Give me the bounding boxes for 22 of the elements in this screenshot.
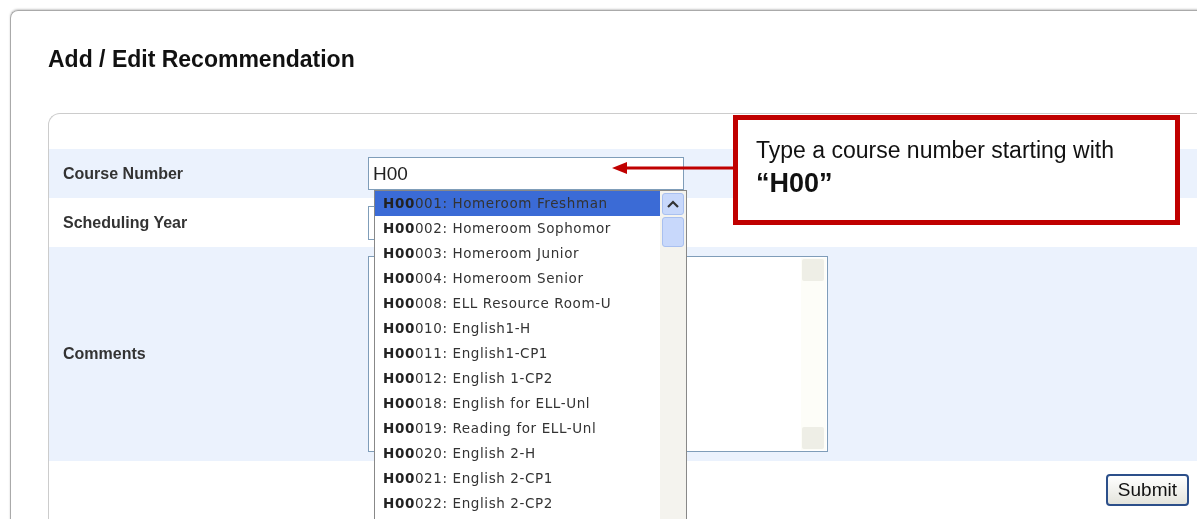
- suggestion-item[interactable]: H00020: English 2-H: [375, 441, 660, 466]
- suggestion-item[interactable]: H00021: English 2-CP1: [375, 466, 660, 491]
- suggestion-item[interactable]: H00012: English 1-CP2: [375, 366, 660, 391]
- suggestion-item[interactable]: H00011: English1-CP1: [375, 341, 660, 366]
- submit-button[interactable]: Submit: [1105, 474, 1189, 506]
- suggestion-item[interactable]: H00019: Reading for ELL-Unl: [375, 416, 660, 441]
- course-number-field[interactable]: H00: [368, 157, 684, 190]
- suggestion-item[interactable]: H00003: Homeroom Junior: [375, 241, 660, 266]
- page-title: Add / Edit Recommendation: [48, 46, 356, 73]
- field-label: Comments: [62, 345, 147, 363]
- field-label: Scheduling Year: [62, 213, 189, 232]
- callout-note: Type a course number starting with “H00”: [733, 115, 1180, 225]
- suggestion-item[interactable]: H00002: Homeroom Sophomor: [375, 216, 660, 241]
- suggestion-item[interactable]: H00008: ELL Resource Room-U: [375, 291, 660, 316]
- scrollbar[interactable]: [660, 191, 686, 519]
- suggestion-item[interactable]: H00010: English1-H: [375, 316, 660, 341]
- suggestion-item[interactable]: H00004: Homeroom Senior: [375, 266, 660, 291]
- suggestion-item[interactable]: H00022: English 2-CP2: [375, 491, 660, 516]
- scroll-thumb[interactable]: [662, 217, 684, 247]
- suggestion-item[interactable]: H00018: English for ELL-Unl: [375, 391, 660, 416]
- scrollbar[interactable]: [801, 258, 826, 450]
- field-label: Course Number: [62, 164, 185, 183]
